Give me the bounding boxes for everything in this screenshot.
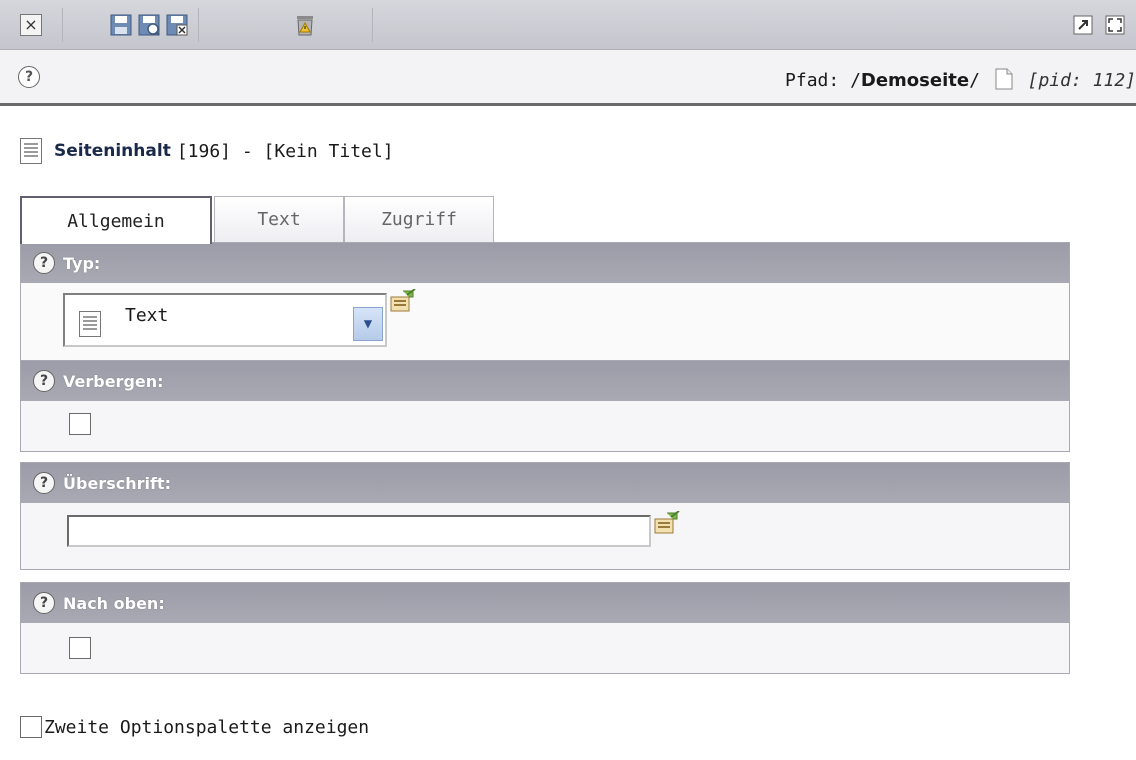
fullscreen-icon xyxy=(1105,15,1125,35)
help-icon[interactable]: ? xyxy=(33,592,55,614)
save-button[interactable] xyxy=(108,12,134,38)
toolbar: × xyxy=(0,0,1136,50)
second-palette-checkbox[interactable] xyxy=(20,716,42,738)
field-typ: ? Typ: Text ▼ xyxy=(20,242,1070,361)
field-body xyxy=(21,401,1069,451)
tab-allgemein[interactable]: Allgemein xyxy=(20,196,212,244)
heading-input[interactable] xyxy=(67,515,651,547)
open-new-window-icon xyxy=(1073,15,1093,35)
open-new-window-button[interactable] xyxy=(1070,12,1096,38)
toolbar-separator xyxy=(372,8,373,42)
help-icon[interactable]: ? xyxy=(33,472,55,494)
field-label: Typ: xyxy=(63,253,101,273)
field-label: Überschrift: xyxy=(63,473,171,493)
to-top-checkbox[interactable] xyxy=(69,637,91,659)
field-header: ? Verbergen: xyxy=(21,361,1069,401)
path-label: Pfad: / xyxy=(785,70,861,91)
path-segment[interactable]: Demoseite xyxy=(861,70,969,91)
field-label: Nach oben: xyxy=(63,593,165,613)
path-bar: ? Pfad: /Demoseite/ [pid: 112] xyxy=(0,50,1136,106)
tab-text[interactable]: Text xyxy=(214,196,344,242)
hide-checkbox[interactable] xyxy=(69,413,91,435)
field-header: ? Überschrift: xyxy=(21,463,1069,503)
field-label: Verbergen: xyxy=(63,371,164,391)
help-icon[interactable]: ? xyxy=(18,66,40,88)
field-header: ? Nach oben: xyxy=(21,583,1069,623)
wizard-icon[interactable] xyxy=(389,289,417,313)
record-title: [196] - [Kein Titel] xyxy=(176,140,394,162)
delete-icon xyxy=(297,16,313,36)
help-icon[interactable]: ? xyxy=(33,252,55,274)
fullscreen-button[interactable] xyxy=(1102,12,1128,38)
save-close-button[interactable] xyxy=(164,12,190,38)
page-icon xyxy=(995,68,1013,90)
field-header: ? Typ: xyxy=(21,243,1069,283)
close-button[interactable]: × xyxy=(18,12,44,38)
chevron-down-icon[interactable]: ▼ xyxy=(353,307,383,341)
delete-button[interactable] xyxy=(292,12,318,38)
toolbar-separator xyxy=(62,8,63,42)
field-body xyxy=(21,623,1069,673)
wizard-icon[interactable] xyxy=(653,511,681,535)
record-header: Seiteninhalt [196] - [Kein Titel] xyxy=(20,138,394,164)
save-view-icon xyxy=(138,14,160,36)
save-icon xyxy=(110,14,132,36)
field-body xyxy=(21,503,1069,569)
toolbar-separator xyxy=(198,8,199,42)
help-icon[interactable]: ? xyxy=(33,370,55,392)
page-id: [pid: 112] xyxy=(1027,70,1136,91)
second-palette-option: Zweite Optionspalette anzeigen xyxy=(20,716,369,738)
content-text-icon xyxy=(79,311,101,337)
close-icon: × xyxy=(20,14,42,36)
field-ueberschrift: ? Überschrift: xyxy=(20,462,1070,570)
second-palette-label[interactable]: Zweite Optionspalette anzeigen xyxy=(44,717,369,738)
type-select[interactable]: Text ▼ xyxy=(63,293,387,347)
save-view-button[interactable] xyxy=(136,12,162,38)
record-type: Seiteninhalt xyxy=(54,141,171,161)
type-select-value: Text xyxy=(125,305,169,326)
content-element-icon xyxy=(20,138,42,164)
path-suffix: / xyxy=(969,70,980,91)
field-verbergen: ? Verbergen: xyxy=(20,360,1070,452)
field-body: Text ▼ xyxy=(21,283,1069,361)
path-info: Pfad: /Demoseite/ [pid: 112] xyxy=(785,68,1136,91)
field-nach-oben: ? Nach oben: xyxy=(20,582,1070,674)
tab-zugriff[interactable]: Zugriff xyxy=(344,196,494,242)
save-close-icon xyxy=(166,14,188,36)
